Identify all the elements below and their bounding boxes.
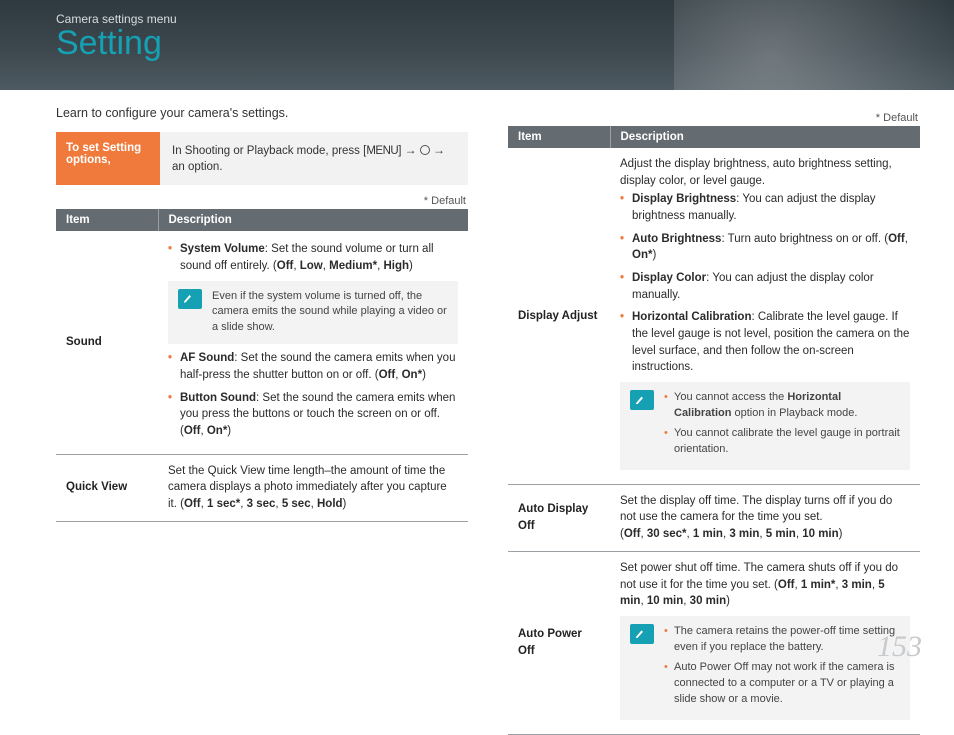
row-desc-auto-display-off: Set the display off time. The display tu…	[610, 484, 920, 551]
settings-table-right: Item Description Display Adjust Adjust t…	[508, 126, 920, 735]
settings-table-left: Item Description Sound System Volume: Se…	[56, 209, 468, 522]
gear-icon	[420, 145, 430, 155]
text: Set the display off time. The display tu…	[620, 495, 892, 524]
default-note: * Default	[508, 112, 918, 124]
row-label-auto-display-off: Auto Display Off	[508, 484, 610, 551]
page-header: Camera settings menu Setting	[0, 0, 954, 90]
opt: Off	[184, 425, 201, 437]
bullet-button-sound: Button Sound: Set the sound the camera e…	[168, 390, 458, 440]
opt: On*	[207, 425, 227, 437]
row-label-sound: Sound	[56, 231, 158, 454]
note-line: Auto Power Off may not work if the camer…	[664, 660, 900, 708]
default-note: * Default	[56, 195, 466, 207]
opt: On*	[632, 249, 652, 261]
opt: Off	[778, 579, 795, 591]
set-body-pre: In Shooting or Playback mode, press [	[172, 145, 366, 157]
table-row: Display Adjust Adjust the display bright…	[508, 148, 920, 484]
left-column: Learn to configure your camera's setting…	[56, 106, 468, 735]
opt: Off	[624, 528, 641, 540]
opt: 1 min	[693, 528, 723, 540]
opt: Off	[184, 498, 201, 510]
set-options-label: To set Setting options,	[56, 132, 160, 185]
col-header-item: Item	[508, 126, 610, 148]
opt: 3 min	[729, 528, 759, 540]
row-label-quickview: Quick View	[56, 454, 158, 521]
t: You cannot access the	[674, 391, 787, 403]
table-row: Auto Display Off Set the display off tim…	[508, 484, 920, 551]
intro-text: Learn to configure your camera's setting…	[56, 106, 468, 120]
opt: 5 sec	[282, 498, 311, 510]
term: System Volume	[180, 243, 265, 255]
note-line: The camera retains the power-off time se…	[664, 624, 900, 656]
note-icon	[178, 289, 202, 309]
col-header-item: Item	[56, 209, 158, 231]
opt: 10 min	[647, 595, 683, 607]
bullet-display-color: Display Color: You can adjust the displa…	[620, 270, 910, 303]
opt: Off	[277, 260, 294, 272]
note-box: Even if the system volume is turned off,…	[168, 281, 458, 345]
arrow-icon: →	[405, 143, 417, 157]
bullet-system-volume: System Volume: Set the sound volume or t…	[168, 241, 458, 274]
opt: On*	[402, 369, 422, 381]
term: Display Color	[632, 272, 706, 284]
table-row: Sound System Volume: Set the sound volum…	[56, 231, 468, 454]
opt: 1 min*	[801, 579, 836, 591]
term: Display Brightness	[632, 193, 736, 205]
row-desc-quickview: Set the Quick View time length–the amoun…	[158, 454, 468, 521]
opt: Off	[379, 369, 396, 381]
t: option in Playback mode.	[731, 407, 857, 419]
set-options-body: In Shooting or Playback mode, press [MEN…	[160, 132, 468, 185]
term: Button Sound	[180, 392, 256, 404]
opt: Low	[300, 260, 323, 272]
term: Horizontal Calibration	[632, 311, 751, 323]
col-header-desc: Description	[610, 126, 920, 148]
opt: 3 sec	[247, 498, 276, 510]
opt: Hold	[317, 498, 343, 510]
bullet-af-sound: AF Sound: Set the sound the camera emits…	[168, 350, 458, 383]
row-desc-sound: System Volume: Set the sound volume or t…	[158, 231, 468, 454]
page-title: Setting	[56, 24, 954, 63]
set-options-row: To set Setting options, In Shooting or P…	[56, 132, 468, 185]
opt: 5 min	[766, 528, 796, 540]
opt: 10 min	[802, 528, 838, 540]
row-desc-display-adjust: Adjust the display brightness, auto brig…	[610, 148, 920, 484]
note-text: Even if the system volume is turned off,…	[212, 289, 448, 337]
row-label-auto-power-off: Auto Power Off	[508, 551, 610, 734]
page-number: 153	[877, 630, 922, 664]
text: : Turn auto brightness on or off. (	[721, 233, 888, 245]
opt: 1 sec*	[207, 498, 240, 510]
col-header-desc: Description	[158, 209, 468, 231]
opt: 30 sec*	[647, 528, 687, 540]
note-box: You cannot access the Horizontal Calibra…	[620, 382, 910, 470]
bullet-horizontal-calibration: Horizontal Calibration: Calibrate the le…	[620, 309, 910, 376]
note-icon	[630, 390, 654, 410]
opt: 3 min	[842, 579, 872, 591]
right-column: * Default Item Description Display Adjus…	[508, 106, 920, 735]
menu-button-label: MENU	[366, 145, 398, 157]
note-icon	[630, 624, 654, 644]
row-label-display-adjust: Display Adjust	[508, 148, 610, 484]
arrow-icon: →	[433, 143, 445, 157]
opt: Medium*	[329, 260, 377, 272]
note-box: The camera retains the power-off time se…	[620, 616, 910, 720]
bullet-display-brightness: Display Brightness: You can adjust the d…	[620, 191, 910, 224]
note-line: You cannot access the Horizontal Calibra…	[664, 390, 900, 422]
table-row: Quick View Set the Quick View time lengt…	[56, 454, 468, 521]
intro-line: Adjust the display brightness, auto brig…	[620, 156, 910, 189]
term: Auto Brightness	[632, 233, 721, 245]
set-body-post: an option.	[172, 161, 223, 173]
row-desc-auto-power-off: Set power shut off time. The camera shut…	[610, 551, 920, 734]
note-line: You cannot calibrate the level gauge in …	[664, 426, 900, 458]
opt: 30 min	[690, 595, 726, 607]
opt: Off	[888, 233, 905, 245]
term: AF Sound	[180, 352, 234, 364]
table-row: Auto Power Off Set power shut off time. …	[508, 551, 920, 734]
bullet-auto-brightness: Auto Brightness: Turn auto brightness on…	[620, 231, 910, 264]
opt: High	[383, 260, 409, 272]
page-body: Learn to configure your camera's setting…	[0, 90, 954, 735]
